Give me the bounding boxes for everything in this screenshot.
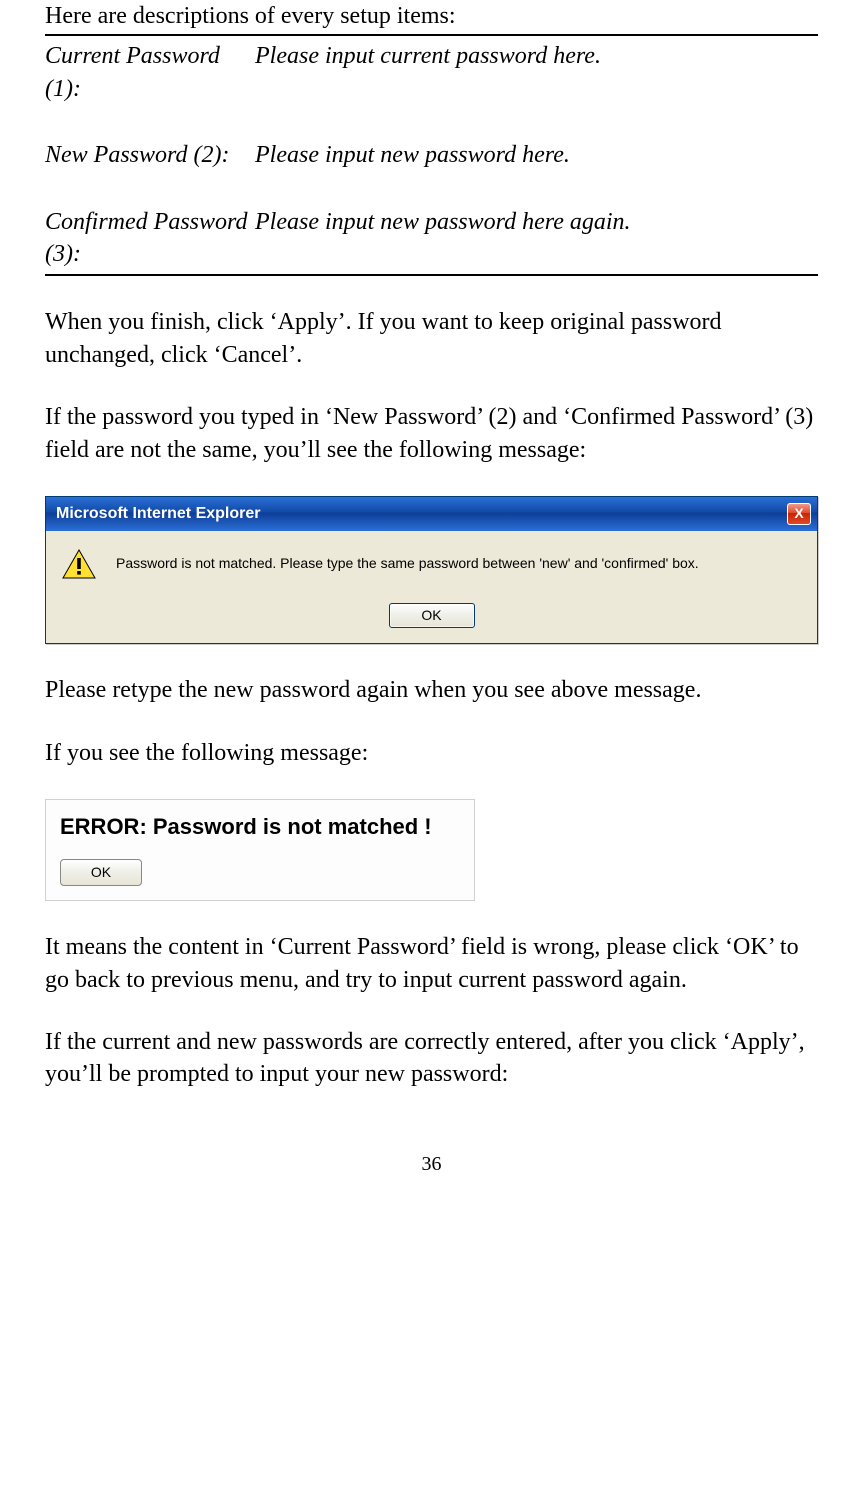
- table-row: New Password (2): Please input new passw…: [45, 139, 818, 171]
- intro-heading: Here are descriptions of every setup ite…: [45, 0, 818, 36]
- dialog-body: Password is not matched. Please type the…: [46, 531, 817, 643]
- paragraph: If the current and new passwords are cor…: [45, 1026, 818, 1091]
- paragraph: It means the content in ‘Current Passwor…: [45, 931, 818, 996]
- paragraph: When you finish, click ‘Apply’. If you w…: [45, 306, 818, 371]
- desc-label: Current Password (1):: [45, 40, 255, 105]
- dialog-title: Microsoft Internet Explorer: [56, 503, 260, 525]
- warning-icon: [62, 549, 96, 579]
- desc-label: Confirmed Password (3):: [45, 206, 255, 276]
- dialog-titlebar: Microsoft Internet Explorer X: [46, 497, 817, 531]
- paragraph: If you see the following message:: [45, 737, 818, 769]
- paragraph: If the password you typed in ‘New Passwo…: [45, 401, 818, 466]
- setup-description-table: Current Password (1): Please input curre…: [45, 40, 818, 276]
- ok-button[interactable]: OK: [60, 859, 142, 886]
- desc-text: Please input new password here again.: [255, 206, 818, 276]
- desc-text: Please input new password here.: [255, 139, 818, 171]
- dialog-message: Password is not matched. Please type the…: [116, 554, 699, 573]
- paragraph: Please retype the new password again whe…: [45, 674, 818, 706]
- error-dialog: ERROR: Password is not matched ! OK: [45, 799, 475, 901]
- table-row: Confirmed Password (3): Please input new…: [45, 206, 818, 276]
- error-title: ERROR: Password is not matched !: [60, 812, 460, 842]
- ie-alert-dialog: Microsoft Internet Explorer X Password i…: [45, 496, 818, 644]
- page-number: 36: [45, 1151, 818, 1178]
- desc-label: New Password (2):: [45, 139, 255, 171]
- close-icon[interactable]: X: [787, 503, 811, 525]
- table-row: Current Password (1): Please input curre…: [45, 40, 818, 105]
- desc-text: Please input current password here.: [255, 40, 818, 105]
- ok-button[interactable]: OK: [389, 603, 475, 628]
